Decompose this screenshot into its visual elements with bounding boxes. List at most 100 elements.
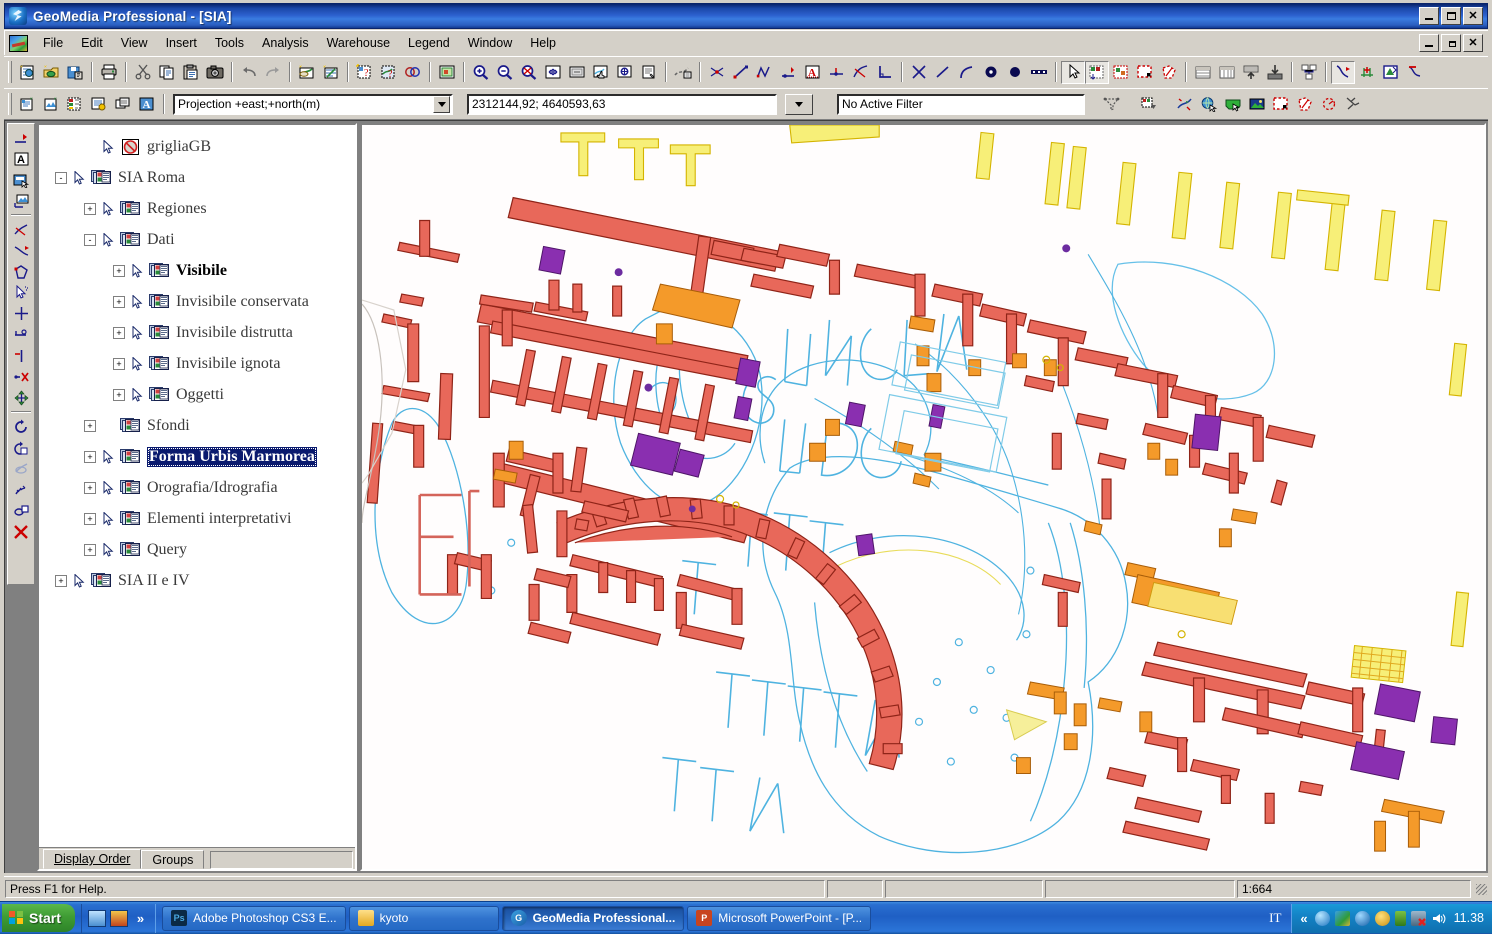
selectable-pointer-icon[interactable] (74, 573, 86, 588)
coordinate-readout[interactable] (467, 93, 777, 115)
selectable-pointer-icon[interactable] (103, 449, 115, 464)
intersect-icon[interactable] (907, 61, 931, 84)
insert-text-tool-icon[interactable]: A (9, 148, 33, 169)
toolbar-grip[interactable] (8, 61, 12, 83)
tangent-tool-icon[interactable] (9, 219, 33, 240)
map-window[interactable] (360, 123, 1486, 871)
insert-point-icon[interactable] (777, 61, 801, 84)
insert-tangent-icon[interactable] (849, 61, 873, 84)
polygon-tool-icon[interactable] (9, 261, 33, 282)
menu-tools[interactable]: Tools (206, 33, 253, 53)
geomedia-tray-icon[interactable] (1334, 910, 1350, 926)
export-table-icon[interactable] (1239, 61, 1263, 84)
analytical-merge-icon[interactable] (401, 61, 425, 84)
delete-vertex-tool-icon[interactable] (9, 366, 33, 387)
menu-help[interactable]: Help (521, 33, 565, 53)
legend-tree-item[interactable]: - Dati (43, 224, 355, 255)
label-features-icon[interactable]: A (135, 93, 159, 116)
quicklaunch-chevron[interactable]: » (132, 911, 149, 926)
move-tool-icon[interactable] (9, 387, 33, 408)
insert-line-icon[interactable] (729, 61, 753, 84)
menu-view[interactable]: View (112, 33, 157, 53)
delete-tool-icon[interactable] (9, 521, 33, 542)
language-indicator[interactable]: IT (1259, 910, 1291, 926)
expand-toggle[interactable]: + (113, 264, 125, 277)
tray-chevron[interactable]: « (1298, 911, 1309, 926)
expand-toggle[interactable]: + (84, 512, 96, 525)
new-map-window-icon[interactable] (295, 61, 319, 84)
legend-tree-item[interactable]: + SIA II e IV (43, 565, 355, 596)
mdi-close-button[interactable]: ✕ (1463, 34, 1483, 52)
place-image-tool-icon[interactable] (9, 190, 33, 211)
taskbar-clock[interactable]: 11.38 (1454, 911, 1484, 925)
resize-grip-icon[interactable] (1474, 882, 1488, 896)
fit-window-icon[interactable] (541, 61, 565, 84)
selectable-pointer-icon[interactable] (74, 170, 86, 185)
coordinate-dropdown-button[interactable] (785, 93, 813, 115)
thematic-legend-icon[interactable] (63, 93, 87, 116)
legend-tree-item[interactable]: + Orografia/Idrografia (43, 472, 355, 503)
selectable-pointer-icon[interactable] (103, 511, 115, 526)
select-tool-icon[interactable] (1061, 60, 1085, 84)
rectangle-icon[interactable] (1027, 61, 1051, 84)
volume-tray-icon[interactable] (1431, 911, 1446, 926)
menu-warehouse[interactable]: Warehouse (318, 33, 399, 53)
print-icon[interactable] (97, 61, 121, 84)
toolbar-grip[interactable] (8, 93, 12, 115)
legend-tree-item[interactable]: + Forma Urbis Marmorea (43, 441, 355, 472)
legend-tree-item[interactable]: + Invisibile ignota (43, 348, 355, 379)
start-button[interactable]: Start (2, 904, 75, 932)
quicklaunch-app-icon[interactable] (109, 909, 128, 927)
locate-feature-icon[interactable] (1173, 93, 1197, 116)
filled-circle-icon[interactable] (1003, 61, 1027, 84)
clear-selection-icon[interactable] (1341, 93, 1365, 116)
expand-toggle[interactable]: + (113, 388, 125, 401)
active-filter-field[interactable] (837, 93, 1085, 115)
pan-icon[interactable] (589, 61, 613, 84)
image-layer-icon[interactable] (1245, 93, 1269, 116)
window-minimize-button[interactable] (1419, 7, 1439, 25)
radius-select-icon[interactable] (1317, 93, 1341, 116)
taskbar-button[interactable]: G GeoMedia Professional... (501, 905, 685, 931)
segment-icon[interactable] (931, 61, 955, 84)
tab-display-order[interactable]: Display Order (43, 849, 142, 869)
show-desktop-icon[interactable] (87, 909, 106, 927)
menu-window[interactable]: Window (459, 33, 521, 53)
undo-icon[interactable] (237, 61, 261, 84)
spatial-query-icon[interactable]: ? (377, 61, 401, 84)
mdi-restore-button[interactable] (1441, 34, 1461, 52)
window-close-button[interactable]: ✕ (1463, 7, 1483, 25)
mdi-minimize-button[interactable] (1419, 34, 1439, 52)
legend-entries-icon[interactable] (671, 61, 695, 84)
map-properties-icon[interactable] (637, 61, 661, 84)
globe-select-icon[interactable] (1197, 93, 1221, 116)
legend-tree-item[interactable]: + Invisibile conservata (43, 286, 355, 317)
insert-point-tool-icon[interactable] (9, 127, 33, 148)
insert-symbol-icon[interactable] (825, 61, 849, 84)
expand-toggle[interactable]: + (84, 481, 96, 494)
zoom-to-selection-icon[interactable] (517, 61, 541, 84)
previous-view-icon[interactable] (565, 61, 589, 84)
filter-input[interactable] (839, 95, 1083, 113)
legend-tree-item[interactable]: + Invisibile distrutta (43, 317, 355, 348)
redo-icon[interactable] (261, 61, 285, 84)
insert-polyline-icon[interactable] (753, 61, 777, 84)
expand-toggle[interactable]: + (113, 326, 125, 339)
expand-toggle[interactable]: + (84, 543, 96, 556)
copy-parallel-tool-icon[interactable] (9, 500, 33, 521)
attribute-query-icon[interactable]: ? (353, 61, 377, 84)
selectable-pointer-icon[interactable] (103, 419, 115, 433)
projection-dropdown-arrow[interactable] (433, 95, 450, 113)
legend-tree-item[interactable]: + Oggetti (43, 379, 355, 410)
crosshair-tool-icon[interactable] (9, 303, 33, 324)
cut-icon[interactable] (131, 61, 155, 84)
fence-select-icon[interactable] (1269, 93, 1293, 116)
filter-settings-icon[interactable] (1099, 93, 1123, 116)
display-properties-icon[interactable] (613, 61, 637, 84)
rotate-tool-icon[interactable] (9, 416, 33, 437)
map-select-icon[interactable] (1221, 93, 1245, 116)
open-warehouse-icon[interactable] (39, 61, 63, 84)
internet-tray-icon[interactable] (1354, 910, 1370, 926)
network-disconnected-tray-icon[interactable] (1410, 910, 1426, 926)
new-style-icon[interactable] (39, 93, 63, 116)
